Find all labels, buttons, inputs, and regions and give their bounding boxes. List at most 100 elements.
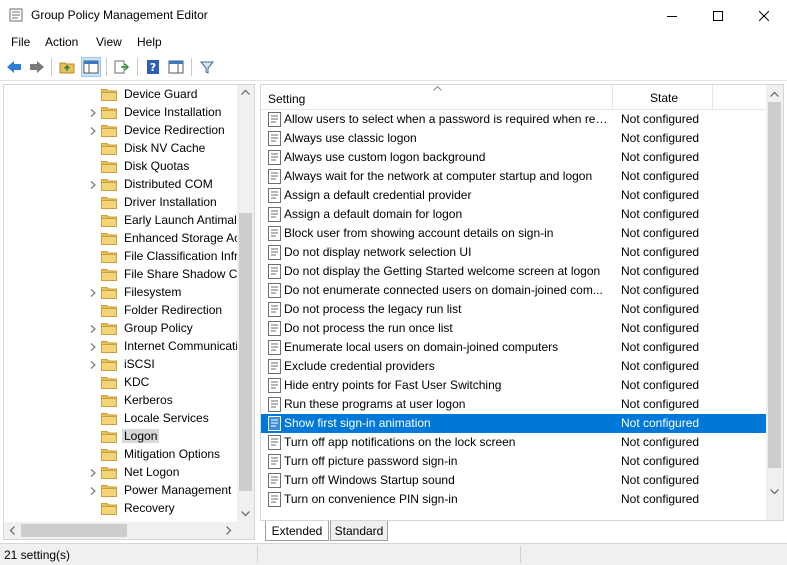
setting-row[interactable]: Do not display network selection UI Not c… xyxy=(261,243,767,262)
tree-item[interactable]: Folder Redirection xyxy=(4,302,240,320)
setting-row[interactable]: Block user from showing account details … xyxy=(261,224,767,243)
menu-help[interactable]: Help xyxy=(137,35,162,49)
menu-action[interactable]: Action xyxy=(45,35,78,49)
tree-item[interactable]: File Classification Infra xyxy=(4,248,245,266)
tree-item-label: File Classification Infra xyxy=(124,249,245,263)
tree-item[interactable]: Internet Communicatio xyxy=(4,338,245,356)
setting-row[interactable]: Do not display the Getting Started welco… xyxy=(261,262,767,281)
setting-row[interactable]: Always use custom logon background Not co… xyxy=(261,148,767,167)
column-header-state[interactable]: State xyxy=(650,91,678,105)
menu-view[interactable]: View xyxy=(96,35,122,49)
tab-standard[interactable]: Standard xyxy=(330,521,388,541)
up-one-level-button[interactable] xyxy=(57,57,77,77)
setting-row[interactable]: Run these programs at user logon Not conf… xyxy=(261,395,767,414)
tree-item[interactable]: Kerberos xyxy=(4,392,240,410)
help-button[interactable]: ? xyxy=(143,57,163,77)
tree-item[interactable]: Group Policy xyxy=(4,320,240,338)
setting-row[interactable]: Allow users to select when a password is… xyxy=(261,110,767,129)
tree-item[interactable]: Filesystem xyxy=(4,284,240,302)
chevron-right-icon[interactable] xyxy=(88,468,98,478)
show-hide-tree-button[interactable] xyxy=(81,57,101,77)
setting-state: Not configured xyxy=(621,397,700,411)
forward-button[interactable] xyxy=(27,57,47,77)
setting-name: Enumerate local users on domain-joined c… xyxy=(284,340,559,354)
setting-name: Do not display the Getting Started welco… xyxy=(284,264,601,278)
tree-item[interactable]: Disk NV Cache xyxy=(4,140,240,158)
setting-row[interactable]: Turn off Windows Startup sound Not config… xyxy=(261,471,767,490)
setting-state: Not configured xyxy=(621,226,700,240)
folder-icon xyxy=(101,251,117,263)
tree-vertical-scroll-thumb[interactable] xyxy=(239,213,252,491)
setting-name: Hide entry points for Fast User Switchin… xyxy=(284,378,502,392)
tree-vertical-scrollbar[interactable] xyxy=(237,85,254,523)
column-header-setting[interactable]: Setting xyxy=(268,92,305,106)
setting-row[interactable]: Do not process the legacy run list Not co… xyxy=(261,300,767,319)
setting-row[interactable]: Turn off app notifications on the lock s… xyxy=(261,433,767,452)
tree-item[interactable]: Locale Services xyxy=(4,410,240,428)
setting-row[interactable]: Do not process the run once list Not conf… xyxy=(261,319,767,338)
setting-row[interactable]: Always use classic logon Not configured xyxy=(261,129,767,148)
tree-horizontal-scrollbar[interactable] xyxy=(4,522,254,539)
setting-row[interactable]: Assign a default domain for logon Not con… xyxy=(261,205,767,224)
setting-row[interactable]: Enumerate local users on domain-joined c… xyxy=(261,338,767,357)
tree-item[interactable]: File Share Shadow Cop xyxy=(4,266,251,284)
list-vertical-scrollbar[interactable] xyxy=(766,85,783,520)
tree-item[interactable]: Device Guard xyxy=(4,86,240,104)
tree-item-label: Early Launch Antimalw xyxy=(124,213,246,227)
folder-icon xyxy=(101,107,117,119)
policy-setting-icon xyxy=(268,169,281,184)
tree-item[interactable]: Mitigation Options xyxy=(4,446,240,464)
setting-row[interactable]: Hide entry points for Fast User Switchin… xyxy=(261,376,767,395)
export-list-button[interactable] xyxy=(112,57,132,77)
back-button[interactable] xyxy=(4,57,24,77)
setting-row[interactable]: Turn off picture password sign-in Not con… xyxy=(261,452,767,471)
tree-item[interactable]: Device Installation xyxy=(4,104,240,122)
setting-name: Allow users to select when a password is… xyxy=(284,112,612,126)
setting-row[interactable]: Always wait for the network at computer … xyxy=(261,167,767,186)
setting-row[interactable]: Show first sign-in animation Not configur… xyxy=(261,414,767,433)
tree-item[interactable]: Power Management xyxy=(4,482,240,500)
setting-name: Turn off Windows Startup sound xyxy=(284,473,455,487)
policy-setting-icon xyxy=(268,264,281,279)
chevron-right-icon[interactable] xyxy=(88,360,98,370)
tree-item[interactable]: Early Launch Antimalw xyxy=(4,212,245,230)
close-button[interactable] xyxy=(741,0,787,31)
chevron-right-icon[interactable] xyxy=(88,108,98,118)
tree-item-label: Device Redirection xyxy=(124,123,225,137)
chevron-right-icon[interactable] xyxy=(88,342,98,352)
tree-item[interactable]: Logon xyxy=(4,428,240,446)
tree-item-label: KDC xyxy=(124,375,150,389)
setting-row[interactable]: Exclude credential providers Not configur… xyxy=(261,357,767,376)
back-icon xyxy=(7,61,21,73)
setting-row[interactable]: Assign a default credential provider Not … xyxy=(261,186,767,205)
chevron-right-icon[interactable] xyxy=(88,486,98,496)
window-title: Group Policy Management Editor xyxy=(31,8,208,22)
console-pane-button[interactable] xyxy=(166,57,186,77)
tree-item[interactable]: Disk Quotas xyxy=(4,158,240,176)
tree-item[interactable]: Recovery xyxy=(4,500,240,518)
tree-item[interactable]: Net Logon xyxy=(4,464,240,482)
tree-item[interactable]: Enhanced Storage Acc xyxy=(4,230,246,248)
tree-item[interactable]: Device Redirection xyxy=(4,122,240,140)
setting-name: Do not enumerate connected users on doma… xyxy=(284,283,603,297)
chevron-right-icon[interactable] xyxy=(88,126,98,136)
filter-button[interactable] xyxy=(197,57,217,77)
minimize-button[interactable] xyxy=(649,0,695,31)
tree-item[interactable]: Driver Installation xyxy=(4,194,240,212)
setting-state: Not configured xyxy=(621,340,700,354)
minimize-icon xyxy=(667,15,677,17)
chevron-right-icon[interactable] xyxy=(88,324,98,334)
chevron-right-icon[interactable] xyxy=(88,180,98,190)
tree-item[interactable]: KDC xyxy=(4,374,240,392)
tree-horizontal-scroll-thumb[interactable] xyxy=(21,524,127,537)
setting-row[interactable]: Do not enumerate connected users on doma… xyxy=(261,281,767,300)
show-hide-tree-icon xyxy=(83,60,99,74)
list-vertical-scroll-thumb[interactable] xyxy=(768,102,781,468)
setting-row[interactable]: Turn on convenience PIN sign-in Not confi… xyxy=(261,490,767,509)
tab-extended[interactable]: Extended xyxy=(265,521,329,541)
chevron-right-icon[interactable] xyxy=(88,288,98,298)
tree-item[interactable]: Distributed COM xyxy=(4,176,240,194)
maximize-button[interactable] xyxy=(695,0,741,31)
menu-file[interactable]: File xyxy=(11,35,30,49)
tree-item[interactable]: iSCSI xyxy=(4,356,240,374)
